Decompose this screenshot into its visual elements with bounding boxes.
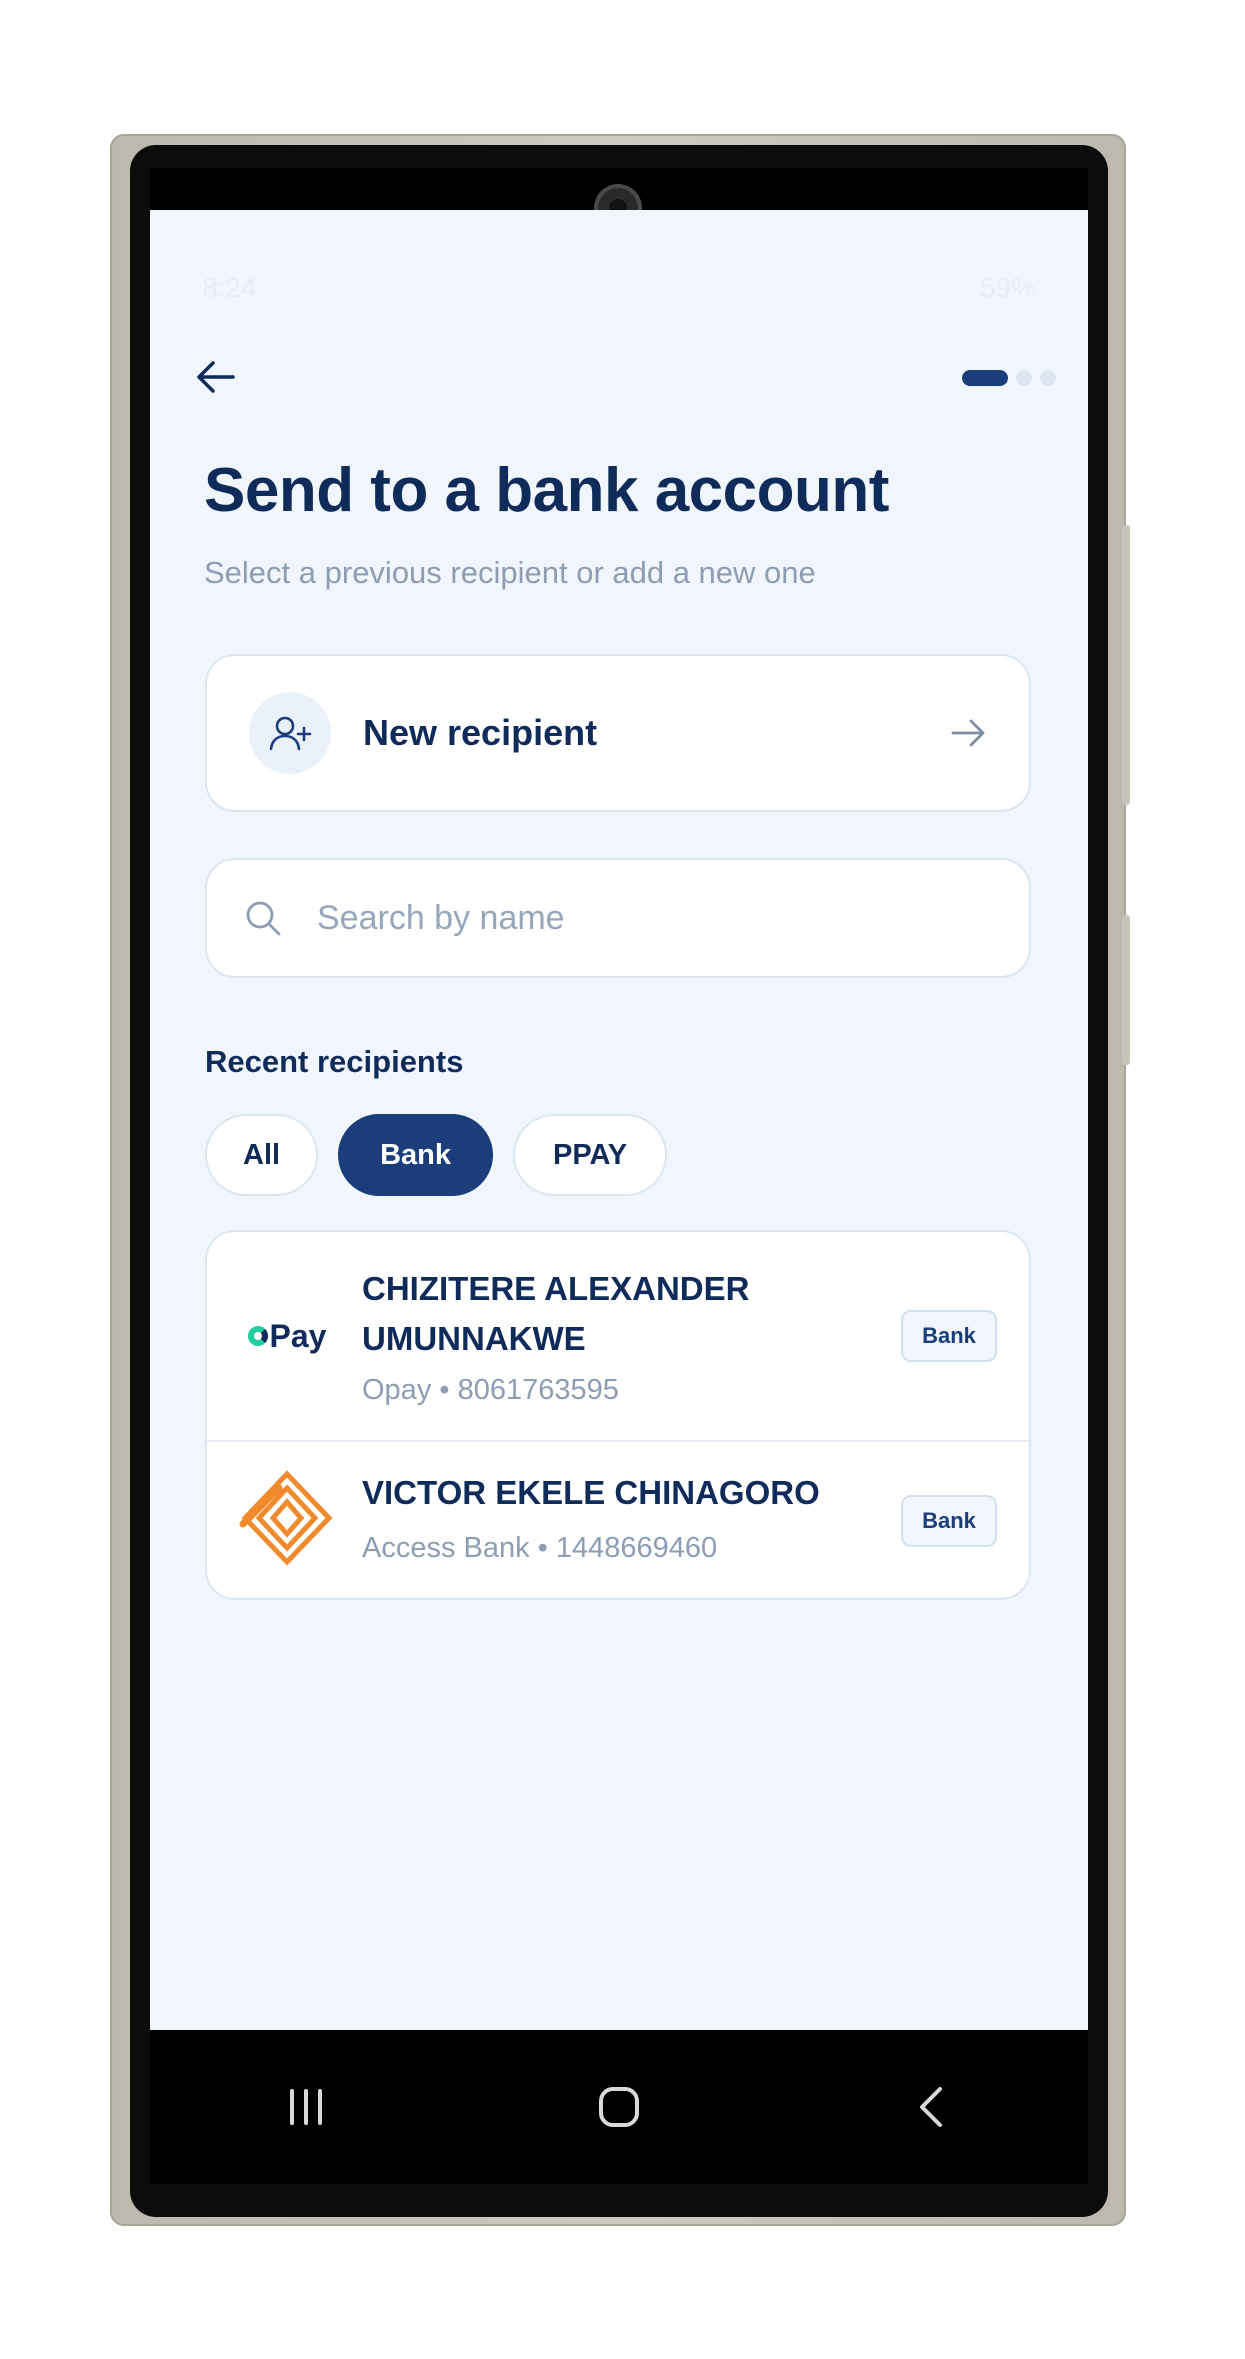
recipient-list: Pay CHIZITERE ALEXANDER UMUNNAKWE Opay •… — [205, 1230, 1031, 1600]
step-progress — [962, 370, 1056, 386]
recipient-detail: Access Bank • 1448669460 — [362, 1532, 718, 1564]
home-icon — [598, 2087, 639, 2127]
android-nav-bar — [150, 2030, 1088, 2184]
home-button[interactable] — [574, 2062, 664, 2152]
nav-back-button[interactable] — [887, 2062, 977, 2152]
search-input[interactable] — [315, 897, 959, 939]
new-recipient-avatar — [249, 692, 331, 774]
filter-chip-all[interactable]: All — [205, 1114, 319, 1196]
recipient-detail: Opay • 8061763595 — [362, 1374, 619, 1406]
filter-chip-ppay[interactable]: PPAY — [512, 1114, 668, 1196]
search-icon — [243, 898, 283, 938]
arrow-right-icon — [949, 716, 989, 750]
new-recipient-label: New recipient — [363, 712, 598, 753]
recents-button[interactable] — [261, 2062, 351, 2152]
back-button[interactable] — [188, 350, 242, 404]
step-dot-2 — [1016, 370, 1032, 386]
opay-logo: Pay — [237, 1286, 337, 1386]
filter-chip-bank[interactable]: Bank — [338, 1114, 493, 1196]
back-icon — [919, 2087, 942, 2127]
add-user-icon — [269, 716, 312, 751]
recipient-item-victor[interactable]: VICTOR EKELE CHINAGORO Access Bank • 144… — [207, 1442, 1029, 1600]
search-box[interactable] — [205, 858, 1031, 978]
phone-power-button — [1122, 525, 1130, 805]
new-recipient-button[interactable]: New recipient — [205, 654, 1031, 812]
app-screen: 8:24 59% Send to a bank account Select a… — [150, 210, 1088, 2030]
access-bank-logo — [237, 1468, 337, 1568]
recipient-name: CHIZITERE ALEXANDER UMUNNAKWE — [362, 1270, 750, 1357]
recipient-name: VICTOR EKELE CHINAGORO — [362, 1474, 820, 1511]
recipient-filter-chips: All Bank PPAY — [205, 1114, 668, 1196]
status-battery: 59% — [979, 272, 1036, 303]
recents-icon — [290, 2089, 323, 2125]
step-dot-1 — [962, 370, 1008, 386]
recipient-type-badge: Bank — [901, 1495, 997, 1547]
recipient-type-badge: Bank — [901, 1310, 997, 1362]
status-time: 8:24 — [202, 272, 257, 303]
back-arrow-icon — [197, 361, 235, 393]
phone-screen: 8:24 59% Send to a bank account Select a… — [150, 168, 1088, 2184]
page-subtitle: Select a previous recipient or add a new… — [204, 555, 816, 590]
page-title: Send to a bank account — [204, 456, 889, 525]
step-dot-3 — [1040, 370, 1056, 386]
recent-recipients-title: Recent recipients — [205, 1044, 464, 1079]
phone-volume-button — [1122, 915, 1130, 1065]
recipient-item-chizitere[interactable]: Pay CHIZITERE ALEXANDER UMUNNAKWE Opay •… — [207, 1232, 1029, 1442]
